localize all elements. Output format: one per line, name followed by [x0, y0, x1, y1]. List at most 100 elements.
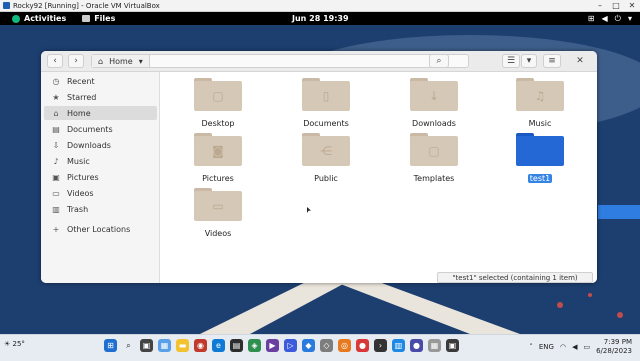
sidebar-item-music[interactable]: ♪ Music — [44, 154, 157, 168]
folder-label: Videos — [204, 229, 232, 238]
sidebar-item-documents[interactable]: ▤ Documents — [44, 122, 157, 136]
home-icon: ⌂ — [53, 108, 59, 118]
weather-icon: ☀ — [4, 340, 11, 348]
sidebar-item-pictures[interactable]: ▣ Pictures — [44, 170, 157, 184]
sidebar-item-home[interactable]: ⌂ Home — [44, 106, 157, 120]
menu-button[interactable]: ≡ — [543, 54, 561, 68]
folder-icon: ⋲ — [302, 133, 350, 166]
sidebar-item-label: Documents — [67, 124, 113, 134]
app-icon[interactable]: ▦ — [428, 339, 441, 352]
wallpaper-dot — [588, 293, 592, 297]
sidebar-item-label: Other Locations — [67, 224, 131, 234]
files-header-bar: ‹ › ⌂ Home ▾ ⌕ ☰ ▾ ≡ ✕ — [41, 51, 597, 72]
language-indicator[interactable]: ENG — [539, 343, 554, 351]
top-bar-clock[interactable]: Jun 28 19:39 — [292, 14, 349, 23]
firefox-icon[interactable]: ◎ — [338, 339, 351, 352]
files-app-icon — [82, 15, 91, 22]
selection-status: "test1" selected (containing 1 item) — [437, 272, 593, 283]
search-icon[interactable]: ⌕ — [122, 339, 135, 352]
folder-documents[interactable]: ▯ Documents — [286, 78, 366, 130]
weather-widget[interactable]: ☀ 25° — [4, 340, 25, 348]
sidebar-item-label: Downloads — [67, 140, 111, 150]
app-icon[interactable]: ◉ — [194, 339, 207, 352]
folder-desktop[interactable]: ▢ Desktop — [178, 78, 258, 130]
taskbar-pinned-apps: ⊞ ⌕ ▣ ▦ ▬ ◉ e ▤ ◈ ▶ ▷ ◆ ◇ ◎ ● › ▥ ● ▦ ▣ — [104, 339, 459, 352]
folder-downloads[interactable]: ↓ Downloads — [394, 78, 474, 130]
wallpaper-stripe-right — [330, 275, 520, 334]
folder-public[interactable]: ⋲ Public — [286, 133, 366, 185]
search-button[interactable]: ⌕ — [429, 54, 449, 68]
folder-videos[interactable]: ▭ Videos — [178, 188, 258, 240]
star-icon: ★ — [52, 92, 60, 102]
volume-icon[interactable]: ◀ — [572, 343, 577, 351]
app-icon[interactable]: ◈ — [248, 339, 261, 352]
music-icon: ♪ — [53, 156, 59, 166]
camera-icon: ▣ — [52, 172, 60, 182]
sidebar-item-label: Home — [67, 108, 91, 118]
app-menu-files[interactable]: Files — [82, 14, 115, 23]
terminal-icon[interactable]: › — [374, 339, 387, 352]
sidebar-item-recent[interactable]: ◷ Recent — [44, 74, 157, 88]
app-icon[interactable]: ▣ — [446, 339, 459, 352]
app-icon[interactable]: ▷ — [284, 339, 297, 352]
sidebar-item-starred[interactable]: ★ Starred — [44, 90, 157, 104]
search-icon: ⌕ — [436, 56, 442, 66]
forward-button[interactable]: › — [68, 54, 84, 68]
back-button[interactable]: ‹ — [47, 54, 63, 68]
folder-pictures[interactable]: ◙ Pictures — [178, 133, 258, 185]
chevron-down-icon: ▾ — [138, 56, 143, 66]
sidebar-item-videos[interactable]: ▭ Videos — [44, 186, 157, 200]
view-options-button[interactable]: ▾ — [521, 54, 537, 68]
folder-test1[interactable]: test1 — [500, 133, 580, 185]
virtualbox-taskbar-icon[interactable]: ◆ — [302, 339, 315, 352]
app-icon[interactable]: ● — [356, 339, 369, 352]
video-icon: ▭ — [52, 188, 60, 198]
widgets-icon[interactable]: ▦ — [158, 339, 171, 352]
start-icon[interactable]: ⊞ — [104, 339, 117, 352]
file-grid: ▢ Desktop ▯ Documents ↓ Downloads ♫ Musi… — [160, 72, 597, 283]
download-icon: ⇩ — [52, 140, 60, 150]
file-explorer-icon[interactable]: ▬ — [176, 339, 189, 352]
notepad-icon[interactable]: ▥ — [392, 339, 405, 352]
media-player-icon[interactable]: ▶ — [266, 339, 279, 352]
path-crumb-label: Home — [109, 56, 133, 66]
minimize-button[interactable]: – — [592, 0, 608, 11]
system-tray: ˄ ENG ◠ ◀ ▭ 7:39 PM 6/28/2023 — [529, 338, 632, 356]
maximize-button[interactable]: □ — [608, 0, 624, 11]
chevron-up-icon[interactable]: ˄ — [529, 343, 533, 351]
view-toggle-button[interactable]: ☰ — [502, 54, 520, 68]
virtualbox-title-bar: Rocky92 [Running] - Oracle VM VirtualBox… — [0, 0, 640, 12]
sidebar-item-downloads[interactable]: ⇩ Downloads — [44, 138, 157, 152]
virtualbox-icon — [3, 2, 10, 9]
taskbar-clock[interactable]: 7:39 PM 6/28/2023 — [596, 338, 632, 356]
folder-music[interactable]: ♫ Music — [500, 78, 580, 130]
document-icon: ▤ — [52, 124, 60, 134]
chevron-down-icon: ▾ — [526, 56, 532, 66]
system-status-area[interactable]: ⊞ ◀ ⏻ ▾ — [588, 14, 632, 24]
sidebar-item-label: Recent — [67, 76, 95, 86]
folder-icon: ◙ — [194, 133, 242, 166]
store-icon[interactable]: ▤ — [230, 339, 243, 352]
window-controls: – □ ✕ — [592, 0, 640, 11]
close-window-button[interactable]: ✕ — [624, 0, 640, 11]
folder-label: Pictures — [202, 174, 234, 183]
edge-icon[interactable]: e — [212, 339, 225, 352]
path-bar[interactable]: ⌂ Home ▾ — [91, 54, 469, 68]
path-crumb-home[interactable]: ⌂ Home ▾ — [92, 55, 150, 67]
app-menu-label: Files — [94, 14, 116, 23]
chevron-down-icon: ▾ — [627, 14, 632, 23]
folder-label: Public — [314, 174, 338, 183]
folder-templates[interactable]: ▢ Templates — [394, 133, 474, 185]
folder-icon: ▢ — [194, 78, 242, 111]
app-icon[interactable]: ● — [410, 339, 423, 352]
app-icon[interactable]: ◇ — [320, 339, 333, 352]
folder-label: Desktop — [201, 119, 235, 128]
sidebar-item-trash[interactable]: ▥ Trash — [44, 202, 157, 216]
sidebar-item-label: Music — [67, 156, 90, 166]
wifi-icon[interactable]: ◠ — [560, 343, 566, 351]
task-view-icon[interactable]: ▣ — [140, 339, 153, 352]
sidebar-item-other-locations[interactable]: + Other Locations — [44, 222, 157, 236]
battery-icon[interactable]: ▭ — [583, 343, 590, 351]
close-files-button[interactable]: ✕ — [572, 54, 588, 68]
activities-button[interactable]: Activities — [12, 14, 66, 23]
